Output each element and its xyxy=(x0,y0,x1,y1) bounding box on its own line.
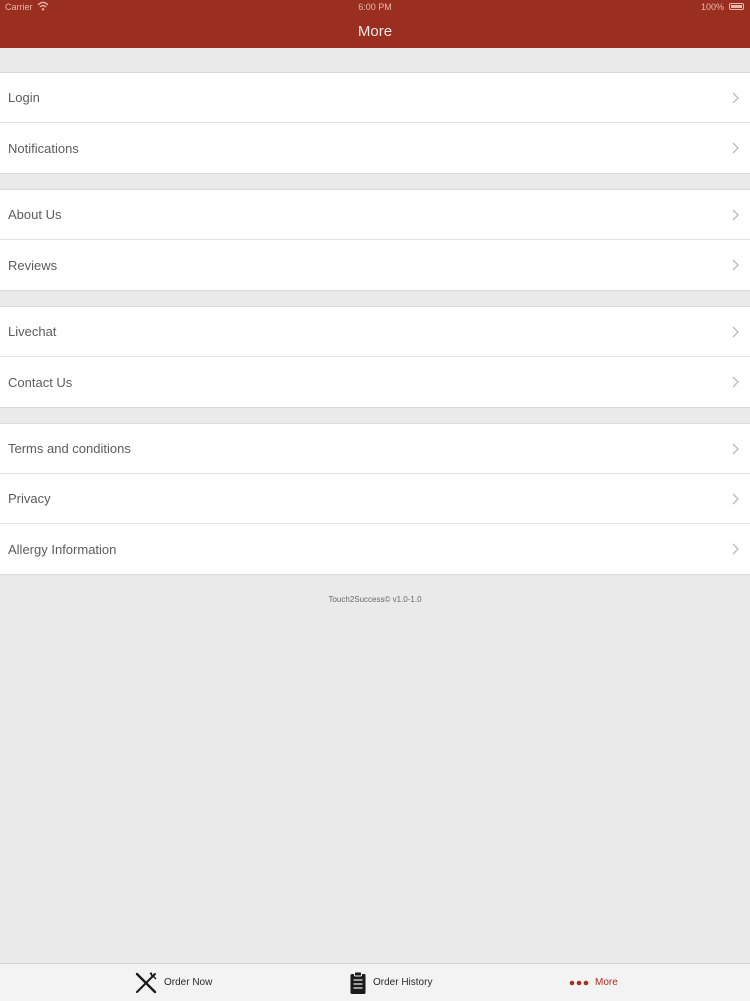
tab-label: Order History xyxy=(373,977,433,988)
menu-item-label: Contact Us xyxy=(8,374,73,390)
more-dots-icon xyxy=(569,980,589,986)
menu-item-login[interactable]: Login xyxy=(0,73,750,123)
chevron-right-icon xyxy=(732,543,739,555)
battery-percent: 100% xyxy=(700,2,724,12)
menu-item-label: About Us xyxy=(8,207,62,222)
menu-item-label: Notifications xyxy=(8,140,79,156)
settings-group-support: Livechat Contact Us xyxy=(0,306,750,408)
menu-item-reviews[interactable]: Reviews xyxy=(0,240,750,290)
status-time: 6:00 PM xyxy=(358,2,392,12)
fork-knife-icon xyxy=(134,971,158,995)
tab-bar: Order Now Order History More xyxy=(0,963,750,1001)
settings-group-account: Login Notifications xyxy=(0,72,750,174)
tab-order-now[interactable]: Order Now xyxy=(134,964,212,1001)
settings-group-info: About Us Reviews xyxy=(0,189,750,291)
menu-item-livechat[interactable]: Livechat xyxy=(0,307,750,357)
menu-item-terms[interactable]: Terms and conditions xyxy=(0,424,750,474)
menu-item-label: Livechat xyxy=(8,324,57,339)
menu-item-allergy-information[interactable]: Allergy Information xyxy=(0,524,750,574)
navigation-bar: More xyxy=(0,14,750,48)
page-title: More xyxy=(357,22,393,40)
menu-item-about-us[interactable]: About Us xyxy=(0,190,750,240)
menu-item-label: Reviews xyxy=(8,257,58,273)
tab-order-history[interactable]: Order History xyxy=(349,964,432,1001)
chevron-right-icon xyxy=(732,443,739,454)
menu-item-label: Allergy Information xyxy=(8,541,117,557)
chevron-right-icon xyxy=(732,259,739,271)
chevron-right-icon xyxy=(732,92,739,103)
menu-item-label: Login xyxy=(8,90,40,105)
chevron-right-icon xyxy=(732,493,739,504)
tab-label: Order Now xyxy=(164,977,213,988)
status-bar: Carrier 6:00 PM 100% xyxy=(0,0,750,14)
chevron-right-icon xyxy=(732,376,739,388)
version-label: Touch2Success© v1.0-1.0 xyxy=(328,595,422,604)
chevron-right-icon xyxy=(732,209,739,220)
settings-group-legal: Terms and conditions Privacy Allergy Inf… xyxy=(0,423,750,575)
menu-item-label: Privacy xyxy=(8,491,51,506)
chevron-right-icon xyxy=(732,326,739,337)
chevron-right-icon xyxy=(732,142,739,154)
clipboard-icon xyxy=(349,971,367,995)
menu-item-label: Terms and conditions xyxy=(8,441,131,456)
menu-item-privacy[interactable]: Privacy xyxy=(0,474,750,524)
menu-item-contact-us[interactable]: Contact Us xyxy=(0,357,750,407)
menu-item-notifications[interactable]: Notifications xyxy=(0,123,750,173)
tab-more[interactable]: More xyxy=(569,964,618,1001)
battery-icon xyxy=(729,3,744,10)
tab-label: More xyxy=(595,977,618,988)
